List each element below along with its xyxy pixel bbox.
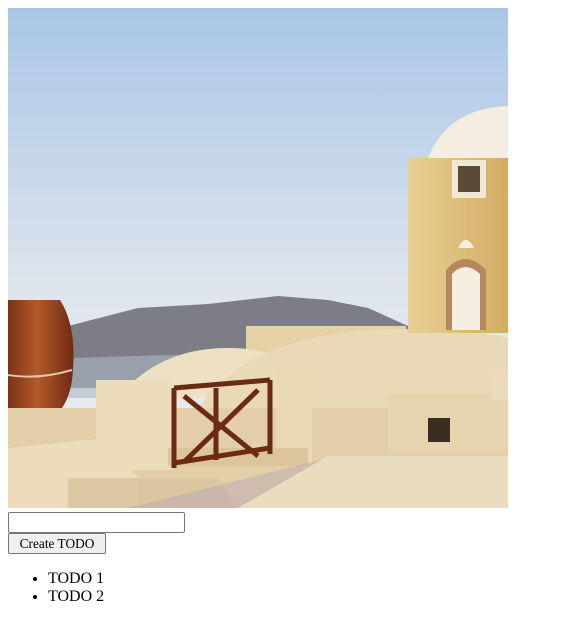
tower-window bbox=[458, 166, 480, 192]
todo-input[interactable] bbox=[8, 512, 185, 533]
hero-image bbox=[8, 8, 508, 508]
chimney-hole bbox=[428, 418, 450, 442]
santorini-photo bbox=[8, 8, 508, 508]
tower-door bbox=[452, 267, 480, 330]
todo-list: TODO 1 TODO 2 bbox=[8, 570, 104, 606]
list-item: TODO 2 bbox=[48, 588, 104, 606]
create-todo-button[interactable]: Create TODO bbox=[8, 533, 106, 554]
list-item: TODO 1 bbox=[48, 570, 104, 588]
